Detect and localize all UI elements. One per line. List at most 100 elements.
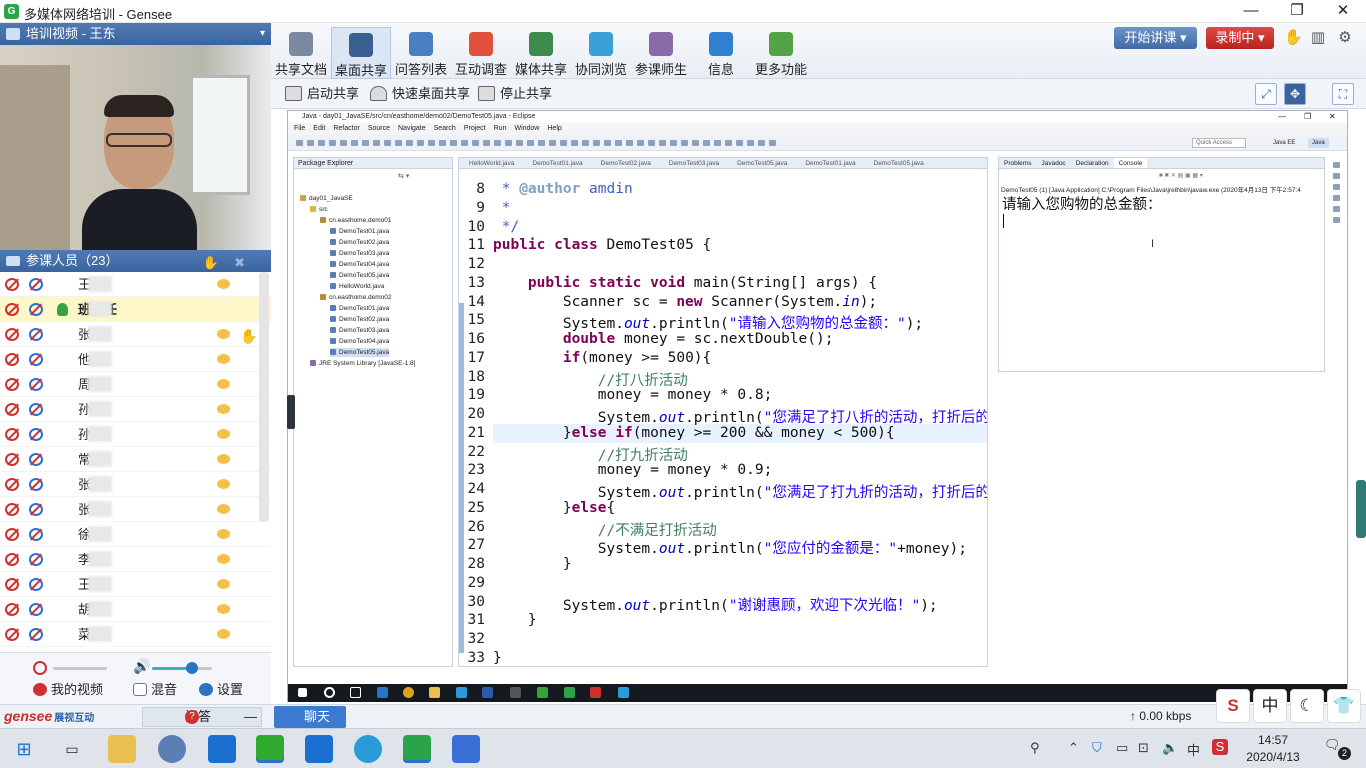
microphone-muted-icon[interactable] <box>33 661 47 675</box>
gear-icon[interactable]: ⚙ <box>1336 29 1354 47</box>
eclipse-tool-icon[interactable] <box>461 140 468 146</box>
camera-off-icon[interactable] <box>29 353 43 366</box>
editor-tab[interactable]: HelloWorld.java <box>459 158 522 168</box>
eclipse-tool-icon[interactable] <box>626 140 633 146</box>
outlook-icon[interactable] <box>208 735 236 763</box>
minimize-icon[interactable]: — <box>244 708 257 726</box>
participant-row[interactable]: 周 <box>0 372 271 397</box>
chat-bubble-icon[interactable] <box>217 329 230 339</box>
eclipse-tool-icon[interactable] <box>670 140 677 146</box>
camera-off-icon[interactable] <box>29 278 43 291</box>
toolbar-button[interactable]: 参课师生 <box>631 27 691 79</box>
side-tool-icon[interactable] <box>1332 206 1340 212</box>
mic-off-icon[interactable] <box>5 278 19 291</box>
eclipse-tool-icon[interactable] <box>692 140 699 146</box>
editor-tab[interactable]: DemoTest05.java <box>727 158 795 168</box>
eclipse-tool-icon[interactable] <box>593 140 600 146</box>
eclipse-tool-icon[interactable] <box>681 140 688 146</box>
chat-bubble-icon[interactable] <box>217 279 230 289</box>
ime-indicator[interactable]: 中 <box>1187 740 1200 759</box>
eclipse-tool-icon[interactable] <box>648 140 655 146</box>
quick-share-button[interactable]: 快速桌面共享 <box>370 85 470 103</box>
mic-off-icon[interactable] <box>5 403 19 416</box>
eclipse-tool-icon[interactable] <box>516 140 523 146</box>
camera-off-icon[interactable] <box>29 303 43 316</box>
quick-access-input[interactable]: Quick Access <box>1192 138 1246 148</box>
perspective-java[interactable]: Java <box>1308 138 1329 148</box>
start-lesson-button[interactable]: 开始讲课 ▾ <box>1114 27 1197 49</box>
eclipse-tool-icon[interactable] <box>351 140 358 146</box>
participant-row[interactable]: 张 ✋ <box>0 322 271 347</box>
close-button[interactable]: ✕ <box>1320 0 1366 23</box>
eclipse-menu-item[interactable]: Search <box>434 125 456 132</box>
fullscreen-icon[interactable]: ⤢ <box>1255 83 1277 105</box>
battery-icon[interactable]: ▭ <box>1116 740 1128 756</box>
maximize-button[interactable]: ❐ <box>1274 0 1320 23</box>
eclipse-tool-icon[interactable] <box>549 140 556 146</box>
task-view-icon[interactable]: ▭ <box>58 735 86 763</box>
chat-bubble-icon[interactable] <box>217 479 230 489</box>
mic-off-icon[interactable] <box>5 478 19 491</box>
eclipse-menu-item[interactable]: Source <box>368 125 390 132</box>
toolbar-button[interactable]: 桌面共享 <box>331 27 391 79</box>
chat-bubble-icon[interactable] <box>217 629 230 639</box>
remote-search-icon[interactable] <box>324 687 335 698</box>
chat-bubble-icon[interactable] <box>217 379 230 389</box>
tree-node[interactable]: day01_JavaSE <box>300 194 353 203</box>
side-tool-icon[interactable] <box>1332 184 1340 190</box>
mic-off-icon[interactable] <box>5 453 19 466</box>
toolbar-button[interactable]: 信息 <box>691 27 751 79</box>
eclipse-menu-item[interactable]: Window <box>514 125 539 132</box>
eclipse-tool-icon[interactable] <box>395 140 402 146</box>
console-tab[interactable]: Problems <box>999 158 1036 168</box>
chat-bubble-icon[interactable] <box>217 504 230 514</box>
eclipse-tool-icon[interactable] <box>571 140 578 146</box>
console-tab[interactable]: Javadoc <box>1036 158 1070 168</box>
my-video-button[interactable]: 我的视频 <box>33 682 103 698</box>
eclipse-tool-icon[interactable] <box>340 140 347 146</box>
eclipse-menu-item[interactable]: Project <box>464 125 486 132</box>
eclipse-tool-icon[interactable] <box>472 140 479 146</box>
eclipse-tool-icon[interactable] <box>439 140 446 146</box>
side-tool-icon[interactable] <box>1332 162 1340 168</box>
system-clock[interactable]: 14:57 2020/4/13 <box>1242 732 1304 766</box>
mic-off-icon[interactable] <box>5 303 19 316</box>
eclipse-close-button[interactable]: ✕ <box>1329 111 1336 123</box>
windows-start-icon[interactable]: ⊞ <box>10 735 38 763</box>
eclipse-tool-icon[interactable] <box>406 140 413 146</box>
remote-chrome-icon[interactable] <box>403 687 414 698</box>
eclipse-tool-icon[interactable] <box>615 140 622 146</box>
camera-off-icon[interactable] <box>29 403 43 416</box>
file-explorer-icon[interactable] <box>108 735 136 763</box>
tree-node[interactable]: DemoTest01.java <box>330 304 389 313</box>
participant-row[interactable]: 胡 <box>0 597 271 622</box>
remote-start-icon[interactable] <box>298 688 307 697</box>
eclipse-tool-icon[interactable] <box>483 140 490 146</box>
tree-node[interactable]: DemoTest05.java <box>330 348 390 357</box>
participant-row[interactable]: 孙 <box>0 397 271 422</box>
mic-off-icon[interactable] <box>5 578 19 591</box>
wechat-icon[interactable] <box>256 735 284 763</box>
remote-ie-icon[interactable] <box>618 687 629 698</box>
camera-off-icon[interactable] <box>29 428 43 441</box>
ime-tool-button[interactable]: ☾ <box>1290 689 1324 723</box>
layout-icon[interactable]: ▥ <box>1309 29 1327 47</box>
chat-bubble-icon[interactable] <box>217 554 230 564</box>
mic-volume-slider[interactable] <box>53 667 107 670</box>
camera-off-icon[interactable] <box>29 528 43 541</box>
mix-button[interactable]: 混音 <box>133 682 177 698</box>
chat-bubble-icon[interactable] <box>217 354 230 364</box>
eclipse-tool-icon[interactable] <box>736 140 743 146</box>
gensee-taskbar-icon[interactable] <box>403 735 431 763</box>
eclipse-tool-icon[interactable] <box>362 140 369 146</box>
chat-bubble-icon[interactable] <box>217 429 230 439</box>
tree-node[interactable]: cn.easthome.demo01 <box>320 216 392 225</box>
settings-button[interactable]: 设置 <box>199 682 243 698</box>
mic-off-icon[interactable] <box>5 353 19 366</box>
console-tab[interactable]: Declaration <box>1071 158 1114 168</box>
remote-taskview-icon[interactable] <box>350 687 361 698</box>
eclipse-tool-icon[interactable] <box>450 140 457 146</box>
chat-bubble-icon[interactable] <box>217 404 230 414</box>
mic-off-icon[interactable] <box>5 328 19 341</box>
mic-off-icon[interactable] <box>5 503 19 516</box>
